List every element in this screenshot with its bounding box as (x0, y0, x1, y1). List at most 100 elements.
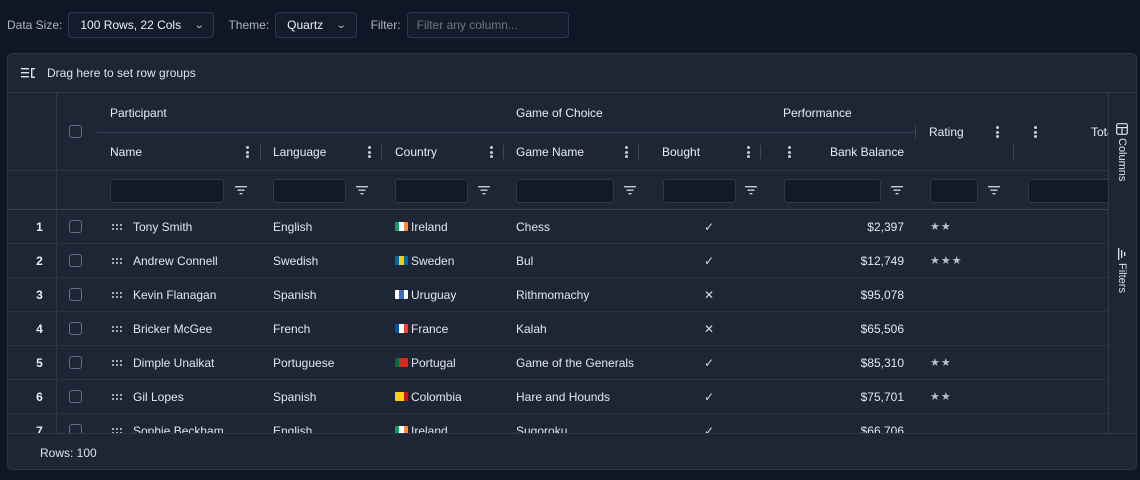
row-group-panel[interactable]: Drag here to set row groups (8, 54, 1136, 93)
filter-icon[interactable] (988, 184, 1000, 196)
filter-icon[interactable] (356, 184, 368, 196)
data-size-select[interactable]: 100 Rows, 22 Cols ⌄ (68, 12, 215, 38)
cell-language[interactable]: Spanish (273, 278, 316, 311)
table-row[interactable]: 3 Kevin Flanagan Spanish Uruguay Rithmomachy… (8, 278, 1108, 312)
filter-input-game-name[interactable] (516, 179, 614, 203)
table-row[interactable]: 6 Gil Lopes Spanish Colombia Hare and Hounds… (8, 380, 1108, 414)
column-header-country[interactable]: Country (381, 133, 503, 171)
filter-icon[interactable] (235, 184, 247, 196)
quick-filter-input[interactable] (406, 12, 569, 38)
table-row[interactable]: 7 Sophie Beckham English Ireland Sugoroku ✓ $6… (8, 414, 1108, 433)
drag-handle-icon[interactable] (112, 292, 122, 298)
table-row[interactable]: 4 Bricker McGee French France Kalah ✕ $65,506 (8, 312, 1108, 346)
row-checkbox[interactable] (69, 220, 82, 233)
cell-rating[interactable]: ★★ (930, 346, 952, 379)
row-checkbox[interactable] (69, 356, 82, 369)
cell-bought[interactable]: ✓ (638, 244, 780, 277)
cell-bank-balance[interactable]: $85,310 (760, 346, 904, 379)
cell-game-name[interactable]: Chess (516, 210, 550, 243)
filter-icon[interactable] (624, 184, 636, 196)
cell-country[interactable]: Colombia (395, 380, 462, 413)
cell-bank-balance[interactable]: $65,506 (760, 312, 904, 345)
column-menu-icon[interactable] (783, 145, 795, 159)
cell-bought[interactable]: ✓ (638, 210, 780, 243)
cell-country[interactable]: France (395, 312, 448, 345)
cell-name[interactable]: Tony Smith (133, 210, 192, 243)
cell-country[interactable]: Uruguay (395, 278, 456, 311)
cell-name[interactable]: Bricker McGee (133, 312, 212, 345)
cell-name[interactable]: Andrew Connell (133, 244, 218, 277)
cell-bought[interactable]: ✓ (638, 346, 780, 379)
drag-handle-icon[interactable] (112, 360, 122, 366)
filter-input-total[interactable] (1028, 179, 1108, 203)
filters-tool-panel-button[interactable]: Filters (1116, 248, 1128, 293)
cell-bought[interactable]: ✕ (638, 312, 780, 345)
table-row[interactable]: 1 Tony Smith English Ireland Chess ✓ $2,397 ★★ (8, 210, 1108, 244)
cell-language[interactable]: Portuguese (273, 346, 334, 379)
cell-language[interactable]: Spanish (273, 380, 316, 413)
column-menu-icon[interactable] (620, 145, 632, 159)
column-menu-icon[interactable] (363, 145, 375, 159)
column-header-name[interactable]: Name (97, 133, 259, 171)
filter-input-bank-balance[interactable] (784, 179, 881, 203)
cell-bank-balance[interactable]: $2,397 (760, 210, 904, 243)
cell-language[interactable]: Swedish (273, 244, 318, 277)
column-header-game-name[interactable]: Game Name (503, 133, 638, 171)
cell-name[interactable]: Dimple Unalkat (133, 346, 214, 379)
cell-bank-balance[interactable]: $95,078 (760, 278, 904, 311)
cell-bank-balance[interactable]: $12,749 (760, 244, 904, 277)
filter-input-rating[interactable] (930, 179, 978, 203)
group-header-participant[interactable]: Participant (110, 93, 167, 133)
cell-country[interactable]: Portugal (395, 346, 456, 379)
theme-select[interactable]: Quartz ⌄ (275, 12, 357, 38)
cell-rating[interactable]: ★★ (930, 380, 952, 413)
drag-handle-icon[interactable] (112, 326, 122, 332)
column-menu-icon[interactable] (742, 145, 754, 159)
filter-input-language[interactable] (273, 179, 346, 203)
cell-game-name[interactable]: Bul (516, 244, 533, 277)
filter-input-bought[interactable] (663, 179, 736, 203)
filter-icon[interactable] (891, 184, 903, 196)
drag-handle-icon[interactable] (112, 258, 122, 264)
drag-handle-icon[interactable] (112, 224, 122, 230)
column-header-language[interactable]: Language (260, 133, 381, 171)
row-checkbox[interactable] (69, 254, 82, 267)
cell-rating[interactable]: ★★★ (930, 244, 963, 277)
cell-rating[interactable]: ★★ (930, 210, 952, 243)
table-row[interactable]: 5 Dimple Unalkat Portuguese Portugal Game of… (8, 346, 1108, 380)
cell-country[interactable]: Ireland (395, 210, 448, 243)
cell-game-name[interactable]: Game of the Generals (516, 346, 634, 379)
row-checkbox[interactable] (69, 424, 82, 433)
cell-game-name[interactable]: Kalah (516, 312, 547, 345)
cell-game-name[interactable]: Sugoroku (516, 414, 567, 434)
table-row[interactable]: 2 Andrew Connell Swedish Sweden Bul ✓ $12,749 ★… (8, 244, 1108, 278)
cell-bought[interactable]: ✓ (638, 414, 780, 434)
cell-bought[interactable]: ✓ (638, 380, 780, 413)
column-header-bank-balance[interactable]: Bank Balance (760, 133, 915, 171)
column-menu-icon[interactable] (241, 145, 253, 159)
cell-name[interactable]: Sophie Beckham (133, 414, 224, 434)
filter-input-name[interactable] (110, 179, 224, 203)
cell-bought[interactable]: ✕ (638, 278, 780, 311)
cell-bank-balance[interactable]: $66,706 (760, 414, 904, 434)
cell-bank-balance[interactable]: $75,701 (760, 380, 904, 413)
cell-name[interactable]: Gil Lopes (133, 380, 184, 413)
columns-tool-panel-button[interactable]: Columns (1116, 123, 1128, 181)
cell-language[interactable]: English (273, 210, 312, 243)
cell-country[interactable]: Sweden (395, 244, 454, 277)
cell-country[interactable]: Ireland (395, 414, 448, 433)
column-header-bought[interactable]: Bought (638, 133, 760, 171)
drag-handle-icon[interactable] (112, 394, 122, 400)
cell-game-name[interactable]: Hare and Hounds (516, 380, 610, 413)
filter-icon[interactable] (745, 184, 757, 196)
row-checkbox[interactable] (69, 288, 82, 301)
row-checkbox[interactable] (69, 390, 82, 403)
cell-game-name[interactable]: Rithmomachy (516, 278, 589, 311)
group-header-game-of-choice[interactable]: Game of Choice (516, 93, 603, 133)
column-menu-icon[interactable] (485, 145, 497, 159)
filter-icon[interactable] (478, 184, 490, 196)
cell-language[interactable]: English (273, 414, 312, 434)
filter-input-country[interactable] (395, 179, 468, 203)
group-header-performance[interactable]: Performance (783, 93, 852, 133)
cell-language[interactable]: French (273, 312, 310, 345)
